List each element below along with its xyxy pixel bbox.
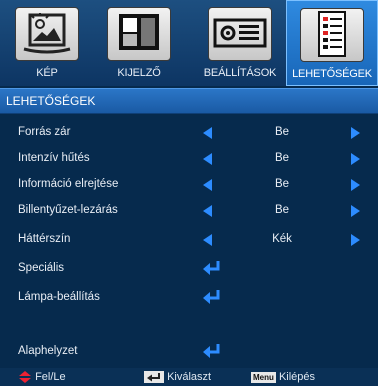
help-bar: Fel/Le Kiválaszt Menu Kilépés <box>0 368 378 386</box>
help-updown: Fel/Le <box>18 371 66 384</box>
option-value: Kék <box>272 233 292 245</box>
option-label: Billentyűzet-lezárás <box>18 204 118 216</box>
help-updown-text: Fel/Le <box>35 371 66 383</box>
option-row-background-color[interactable]: Háttérszín Kék <box>0 227 378 253</box>
option-row-reset[interactable]: Alaphelyzet <box>0 339 378 365</box>
help-exit-text: Kilépés <box>278 371 316 383</box>
section-title: LEHETŐSÉGEK <box>6 94 96 108</box>
option-label: Információ elrejtése <box>18 178 119 190</box>
section-header: LEHETŐSÉGEK <box>0 88 378 114</box>
option-label: Intenzív hűtés <box>18 152 90 164</box>
option-value: Be <box>274 152 290 164</box>
options-checklist-icon <box>300 8 364 62</box>
tab-settings[interactable]: BEÁLLÍTÁSOK <box>196 0 284 86</box>
arrow-right-icon[interactable] <box>351 234 360 246</box>
help-exit: Menu Kilépés <box>251 371 315 383</box>
option-label: Lámpa-beállítás <box>18 291 100 303</box>
enter-icon[interactable] <box>202 289 222 305</box>
option-row-keypad-lock[interactable]: Billentyűzet-lezárás Be <box>0 198 378 224</box>
arrow-right-icon[interactable] <box>351 205 360 217</box>
option-row-lamp-settings[interactable]: Lámpa-beállítás <box>0 285 378 311</box>
option-value: Be <box>274 126 290 138</box>
tab-display-label: KIJELZŐ <box>117 67 161 79</box>
arrow-right-icon[interactable] <box>351 153 360 165</box>
tab-settings-label: BEÁLLÍTÁSOK <box>203 67 277 79</box>
option-label: Forrás zár <box>18 126 71 138</box>
arrow-left-icon[interactable] <box>203 205 212 217</box>
option-label: Speciális <box>18 262 65 274</box>
tab-picture[interactable]: KÉP <box>4 0 90 86</box>
option-value: Be <box>274 204 290 216</box>
osd-menu: KÉP KIJELZŐ BEÁLLÍTÁSOK LEHETŐSÉGEK LEHE… <box>0 0 378 386</box>
arrow-left-icon[interactable] <box>203 153 212 165</box>
enter-icon[interactable] <box>202 260 222 276</box>
option-value: Be <box>274 178 290 190</box>
arrow-left-icon[interactable] <box>203 234 212 246</box>
display-icon <box>107 7 171 61</box>
arrow-left-icon[interactable] <box>203 179 212 191</box>
help-select: Kiválaszt <box>144 371 212 384</box>
arrow-left-icon[interactable] <box>203 127 212 139</box>
up-down-arrows-icon <box>19 371 31 384</box>
enter-key-icon <box>144 371 164 384</box>
option-row-info-hide[interactable]: Információ elrejtése Be <box>0 172 378 198</box>
arrow-right-icon[interactable] <box>351 179 360 191</box>
option-label: Háttérszín <box>18 233 71 245</box>
option-row-high-altitude[interactable]: Intenzív hűtés Be <box>0 146 378 172</box>
menu-key-icon: Menu <box>251 371 276 383</box>
projector-settings-icon <box>208 7 272 61</box>
option-label: Alaphelyzet <box>18 345 78 357</box>
picture-icon <box>15 7 79 61</box>
tab-options-label: LEHETŐSÉGEK <box>292 68 372 80</box>
option-row-advanced[interactable]: Speciális <box>0 256 378 282</box>
menu-tab-bar: KÉP KIJELZŐ BEÁLLÍTÁSOK LEHETŐSÉGEK <box>0 0 378 86</box>
enter-icon[interactable] <box>202 343 222 359</box>
help-select-text: Kiválaszt <box>167 371 212 383</box>
option-row-source-lock[interactable]: Forrás zár Be <box>0 120 378 146</box>
tab-display[interactable]: KIJELZŐ <box>96 0 182 86</box>
arrow-right-icon[interactable] <box>351 127 360 139</box>
tab-picture-label: KÉP <box>36 67 58 79</box>
tab-options[interactable]: LEHETŐSÉGEK <box>286 0 378 86</box>
